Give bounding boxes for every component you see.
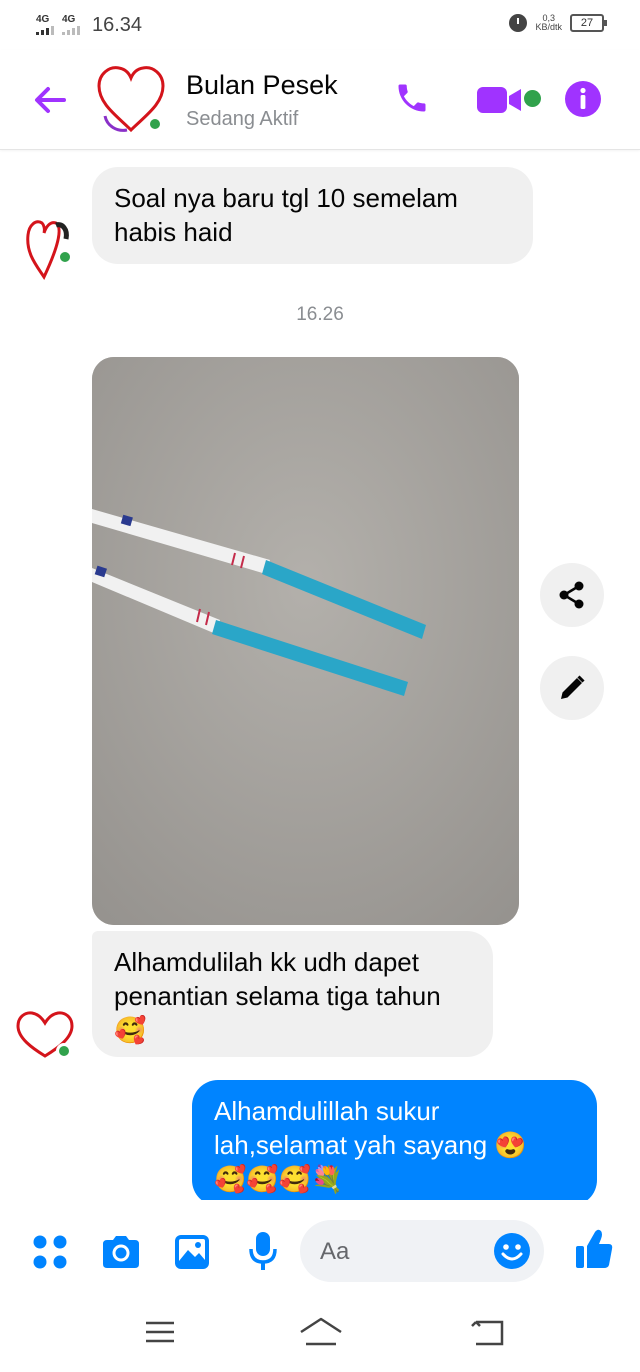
contact-name[interactable]: Bulan Pesek [186,70,338,101]
recent-apps-icon[interactable] [144,1318,176,1346]
status-bar: 4G 4G 16.34 0,3 KB/dtk 27 [0,0,640,50]
message-composer: Aa [0,1200,640,1300]
video-available-dot [524,90,541,107]
signal-4g-1: 4G [36,15,54,35]
system-navigation-bar [0,1300,640,1372]
message-text-line: Alhamdulillah sukur [214,1096,440,1126]
emoji-icon[interactable] [493,1232,531,1270]
incoming-message-bubble[interactable]: Alhamdulilah kk udh dapet penantian sela… [92,931,493,1057]
contact-avatar[interactable] [95,64,167,136]
outgoing-message-bubble[interactable]: Alhamdulillah sukur lah,selamat yah saya… [192,1080,597,1206]
message-text-line: Alhamdulilah kk udh dapet [114,947,419,977]
message-input[interactable]: Aa [300,1220,544,1282]
photo-message-pregnancy-tests[interactable] [92,357,519,925]
home-icon[interactable] [298,1316,344,1350]
signal-bars-icon [62,25,80,35]
share-button[interactable] [540,563,604,627]
message-text-line: lah,selamat yah sayang 😍 [214,1130,527,1160]
battery-icon: 27 [570,14,607,32]
sender-online-dot [56,1043,72,1059]
back-arrow-icon[interactable] [30,80,70,120]
camera-icon[interactable] [100,1234,142,1270]
online-indicator [147,116,163,132]
network-speed: 0,3 KB/dtk [535,13,562,32]
message-input-placeholder: Aa [320,1238,350,1265]
signal-bars-icon [36,25,54,35]
message-emoji-line: 🥰 [114,1015,147,1045]
back-nav-icon[interactable] [470,1318,506,1348]
edit-button[interactable] [540,656,604,720]
sender-online-dot [57,249,73,265]
pencil-icon [561,675,585,699]
message-text-line: penantian selama tiga tahun [114,981,441,1011]
incoming-message-bubble[interactable]: Soal nya baru tgl 10 semelam habis haid [92,167,533,264]
status-right: 0,3 KB/dtk 27 [509,13,607,32]
thumbs-up-icon[interactable] [574,1228,614,1270]
menu-dots-icon[interactable] [32,1234,68,1270]
message-text-line: habis haid [114,217,233,247]
share-icon [559,581,584,609]
video-camera-icon[interactable] [476,84,524,116]
phone-icon[interactable] [394,80,430,116]
signal-4g-2: 4G [62,15,80,35]
message-timestamp: 16.26 [296,304,344,325]
info-icon[interactable] [564,80,602,118]
pregnancy-test-photo [92,357,519,925]
message-emoji-line: 🥰🥰🥰💐 [214,1164,344,1194]
contact-status: Sedang Aktif [186,108,299,130]
message-text-line: Soal nya baru tgl 10 semelam [114,183,458,213]
gallery-icon[interactable] [174,1234,210,1270]
status-time: 16.34 [92,13,143,36]
conversation-header: Bulan Pesek Sedang Aktif [0,50,640,150]
alarm-icon [509,14,528,32]
microphone-icon[interactable] [248,1230,278,1272]
sender-avatar[interactable] [22,213,74,283]
